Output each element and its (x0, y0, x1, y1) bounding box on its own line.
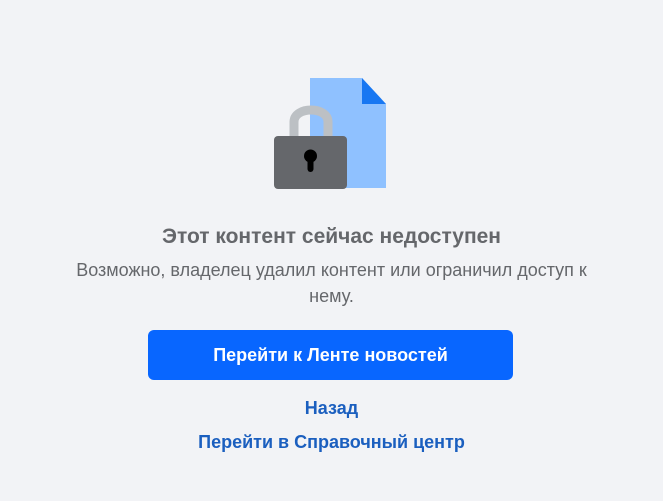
locked-content-illustration (270, 76, 390, 192)
go-to-feed-button[interactable]: Перейти к Ленте новостей (148, 330, 513, 380)
document-fold-icon (362, 78, 386, 104)
unavailable-description: Возможно, владелец удалил контент или ог… (76, 260, 587, 306)
help-center-link[interactable]: Перейти в Справочный центр (0, 430, 663, 454)
back-link[interactable]: Назад (0, 396, 663, 420)
locked-document-icon (274, 78, 386, 189)
unavailable-title: Этот контент сейчас недоступен (162, 225, 501, 248)
